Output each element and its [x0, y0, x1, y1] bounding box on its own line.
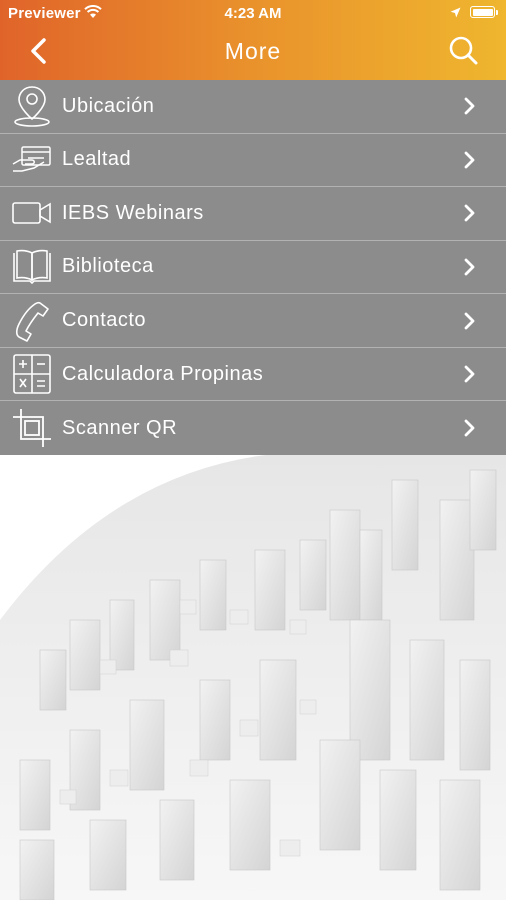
- loyalty-card-icon: [12, 146, 51, 172]
- calculator-icon: [13, 354, 51, 394]
- status-time: 4:23 AM: [224, 5, 282, 22]
- search-button[interactable]: [446, 34, 480, 68]
- menu-item-biblioteca[interactable]: Biblioteca: [0, 241, 506, 295]
- page-title: More: [224, 38, 282, 64]
- chevron-right-icon: [464, 205, 475, 222]
- location-pin-icon: [14, 86, 50, 128]
- menu-item-iebs-webinars[interactable]: IEBS Webinars: [0, 187, 506, 241]
- status-bar: Previewer 4:23 AM: [0, 0, 506, 26]
- search-icon: [449, 36, 478, 65]
- menu-item-label: IEBS Webinars: [62, 201, 204, 224]
- book-icon: [13, 249, 51, 285]
- app-header: Previewer 4:23 AM More: [0, 0, 506, 80]
- crop-icon: [13, 409, 51, 448]
- chevron-right-icon: [464, 312, 475, 329]
- menu-item-ubicacion[interactable]: Ubicación: [0, 80, 506, 134]
- menu-item-label: Scanner QR: [62, 416, 178, 439]
- menu-item-label: Contacto: [62, 309, 147, 332]
- menu-item-lealtad[interactable]: Lealtad: [0, 134, 506, 188]
- video-camera-icon: [12, 202, 51, 225]
- menu-item-label: Lealtad: [62, 148, 132, 171]
- phone-icon: [15, 301, 49, 342]
- menu-item-label: Biblioteca: [62, 255, 154, 278]
- menu-item-scanner-qr[interactable]: Scanner QR: [0, 401, 506, 455]
- chevron-right-icon: [464, 365, 475, 383]
- chevron-right-icon: [464, 419, 475, 437]
- menu-item-contacto[interactable]: Contacto: [0, 294, 506, 348]
- menu-item-calculadora-propinas[interactable]: Calculadora Propinas: [0, 348, 506, 402]
- more-menu: Ubicación Lealtad IEBS Webinars Bibliote…: [0, 80, 506, 455]
- chevron-right-icon: [464, 97, 475, 115]
- menu-item-label: Calculadora Propinas: [62, 362, 264, 385]
- chevron-right-icon: [464, 258, 475, 276]
- battery-tip: [496, 10, 498, 15]
- battery-icon: [470, 6, 495, 18]
- menu-item-label: Ubicación: [62, 94, 155, 117]
- location-arrow-icon: [450, 7, 461, 18]
- chevron-right-icon: [464, 151, 475, 169]
